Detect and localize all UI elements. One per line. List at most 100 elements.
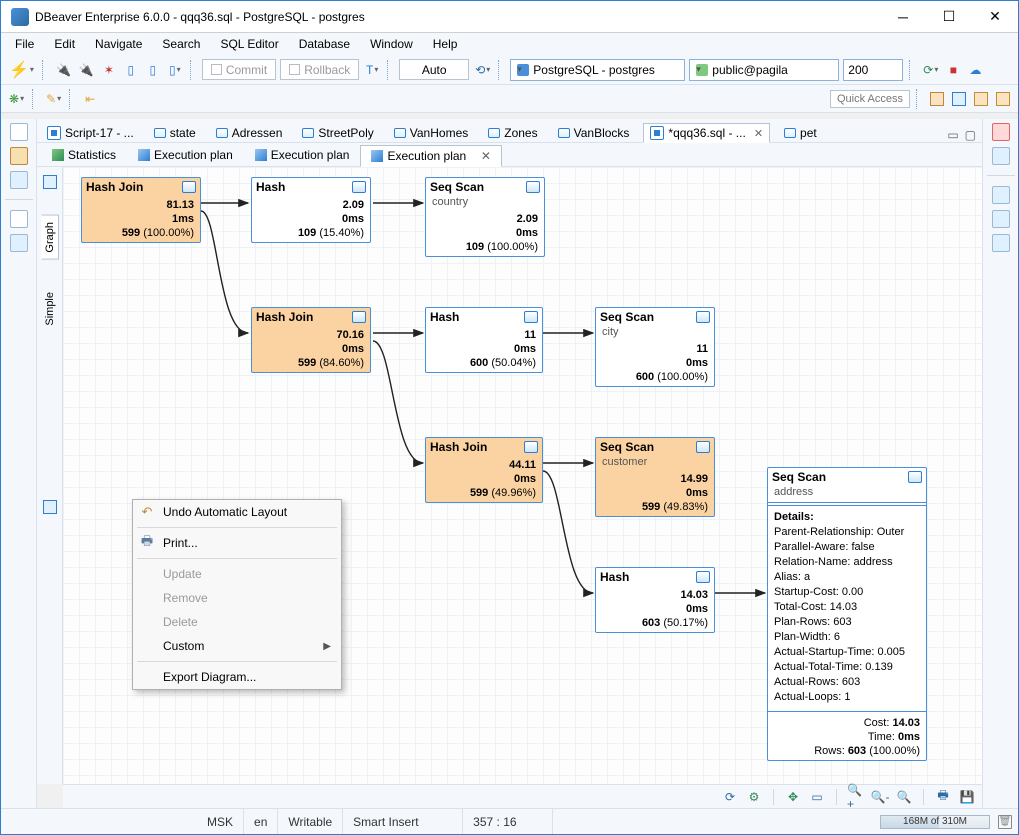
connect-icon[interactable]: 🔌 — [54, 60, 73, 80]
edit-icon[interactable]: ✎▾ — [44, 89, 63, 109]
sql-open-icon[interactable]: ▯▾ — [166, 60, 184, 80]
node-title: Seq Scan — [430, 180, 484, 194]
maximize-view-icon[interactable]: ▢ — [965, 128, 976, 142]
menu-search[interactable]: Search — [154, 35, 208, 53]
new-connection-icon[interactable]: ⚡▾ — [7, 60, 36, 80]
rail-r-icon-3[interactable] — [992, 186, 1010, 204]
pin-icon[interactable]: ⇤ — [81, 89, 99, 109]
plan-node-hashjoin-6[interactable]: Hash Join 44.110ms599 (49.96%) — [425, 437, 543, 503]
ctx-export-diagram[interactable]: Export Diagram... — [133, 665, 341, 689]
node-title: Hash — [600, 570, 629, 584]
plan-tab-graph[interactable]: Graph — [41, 215, 59, 260]
stop-icon[interactable]: ■ — [944, 60, 962, 80]
minimize-view-icon[interactable]: ▭ — [947, 128, 958, 142]
ctx-custom[interactable]: Custom▶ — [133, 634, 341, 658]
persp-icon-4[interactable] — [994, 89, 1012, 109]
zoom-reset-icon[interactable]: 🔍 — [895, 788, 913, 806]
plan-canvas[interactable]: Hash Join 81.131ms599 (100.00%) Hash 2.0… — [63, 167, 982, 784]
schema-combo[interactable]: public@pagila ▾ — [689, 59, 839, 81]
print-diagram-icon[interactable]: 🖶 — [934, 788, 952, 806]
rail-projects-icon[interactable] — [10, 147, 28, 165]
gc-trash-icon[interactable]: 🗑 — [998, 815, 1012, 829]
tab-zones[interactable]: Zones — [482, 124, 543, 142]
menu-edit[interactable]: Edit — [46, 35, 83, 53]
relation-icon — [352, 311, 366, 323]
separator — [773, 789, 774, 805]
persp-icon-1[interactable] — [928, 89, 946, 109]
tx-mode-icon[interactable]: T▾ — [363, 60, 381, 80]
rail-r-icon-4[interactable] — [992, 210, 1010, 228]
cloud-icon[interactable]: ☁ — [966, 60, 984, 80]
rail-r-icon-5[interactable] — [992, 234, 1010, 252]
sql-new-icon[interactable]: ▯ — [122, 60, 140, 80]
persp-icon-3[interactable] — [972, 89, 990, 109]
memory-usage-bar[interactable]: 168M of 310M — [880, 815, 990, 829]
plan-node-seqscan-customer[interactable]: Seq Scan customer 14.990ms599 (49.83%) — [595, 437, 715, 517]
fit-icon[interactable]: ✥ — [784, 788, 802, 806]
minimize-button[interactable]: ─ — [880, 1, 926, 33]
commit-button[interactable]: Commit — [202, 59, 276, 80]
plan-node-hash-1[interactable]: Hash 2.090ms109 (15.40%) — [251, 177, 371, 243]
plan-node-hash-4[interactable]: Hash 110ms600 (50.04%) — [425, 307, 543, 373]
node-relation: address — [768, 486, 926, 500]
close-button[interactable]: ✕ — [972, 1, 1018, 33]
disconnect-icon[interactable]: 🔌 — [77, 60, 96, 80]
ctx-print[interactable]: 🖶 Print... — [133, 531, 341, 555]
tab-exec-plan-1[interactable]: Execution plan — [127, 144, 244, 166]
plan-tab-simple[interactable]: Simple — [42, 286, 58, 332]
tab-vanhomes[interactable]: VanHomes — [388, 124, 474, 142]
debug-icon[interactable]: ❋▾ — [7, 89, 26, 109]
persp-icon-2[interactable] — [950, 89, 968, 109]
maximize-button[interactable]: ☐ — [926, 1, 972, 33]
zoom-out-icon[interactable]: 🔍- — [871, 788, 889, 806]
tab-streetpoly[interactable]: StreetPoly — [296, 124, 379, 142]
auto-button[interactable]: Auto — [399, 59, 469, 80]
menu-file[interactable]: File — [7, 35, 42, 53]
menu-bar: File Edit Navigate Search SQL Editor Dat… — [1, 33, 1018, 55]
menu-window[interactable]: Window — [362, 35, 421, 53]
close-icon[interactable]: ✕ — [481, 149, 491, 163]
zoom-in-icon[interactable]: 🔍+ — [847, 788, 865, 806]
menu-database[interactable]: Database — [291, 35, 358, 53]
tab-state[interactable]: state — [148, 124, 202, 142]
sql-recent-icon[interactable]: ▯ — [144, 60, 162, 80]
tab-exec-plan-3[interactable]: Execution plan ✕ — [360, 145, 501, 167]
quick-access-input[interactable]: Quick Access — [830, 90, 910, 108]
rail-icon-5[interactable] — [10, 234, 28, 252]
close-icon[interactable]: ✕ — [754, 127, 763, 140]
settings-icon[interactable]: ⚙ — [745, 788, 763, 806]
refresh-diagram-icon[interactable]: ⟳ — [721, 788, 739, 806]
plan-node-seqscan-address[interactable]: Seq Scan address Details: Parent-Relatio… — [767, 467, 927, 761]
invalidate-icon[interactable]: ✶ — [100, 60, 118, 80]
separator — [909, 60, 915, 80]
rail-icon-4[interactable] — [10, 210, 28, 228]
ctx-undo-layout[interactable]: ↶ Undo Automatic Layout — [133, 500, 341, 524]
tab-script-17[interactable]: Script-17 - ... — [41, 124, 140, 142]
rollback-button[interactable]: Rollback — [280, 59, 359, 80]
rail-r-icon-2[interactable] — [992, 147, 1010, 165]
plan-node-hash-8[interactable]: Hash 14.030ms603 (50.17%) — [595, 567, 715, 633]
menu-navigate[interactable]: Navigate — [87, 35, 150, 53]
tab-label: VanBlocks — [574, 126, 630, 140]
connection-combo[interactable]: PostgreSQL - postgres ▾ — [510, 59, 685, 81]
center-icon[interactable]: ▭ — [808, 788, 826, 806]
refresh-icon[interactable]: ⟳▾ — [921, 60, 940, 80]
rail-icon-3[interactable] — [10, 171, 28, 189]
rail-db-navigator-icon[interactable] — [10, 123, 28, 141]
plan-node-seqscan-country[interactable]: Seq Scan country 2.090ms109 (100.00%) — [425, 177, 545, 257]
menu-sql-editor[interactable]: SQL Editor — [212, 35, 286, 53]
plan-node-hashjoin-0[interactable]: Hash Join 81.131ms599 (100.00%) — [81, 177, 201, 243]
history-icon[interactable]: ⟲▾ — [473, 60, 492, 80]
rows-input[interactable] — [843, 59, 903, 81]
tab-adressen[interactable]: Adressen — [210, 124, 289, 142]
tab-pet[interactable]: pet — [778, 124, 823, 142]
tab-vanblocks[interactable]: VanBlocks — [552, 124, 636, 142]
tab-statistics[interactable]: Statistics — [41, 144, 127, 166]
plan-node-hashjoin-3[interactable]: Hash Join 70.160ms599 (84.60%) — [251, 307, 371, 373]
tab-exec-plan-2[interactable]: Execution plan — [244, 144, 361, 166]
tab-qqq36[interactable]: *qqq36.sql - ...✕ — [643, 123, 770, 143]
menu-help[interactable]: Help — [425, 35, 466, 53]
rail-r-icon-1[interactable] — [992, 123, 1010, 141]
plan-node-seqscan-city[interactable]: Seq Scan city 110ms600 (100.00%) — [595, 307, 715, 387]
save-diagram-icon[interactable]: 💾 — [958, 788, 976, 806]
